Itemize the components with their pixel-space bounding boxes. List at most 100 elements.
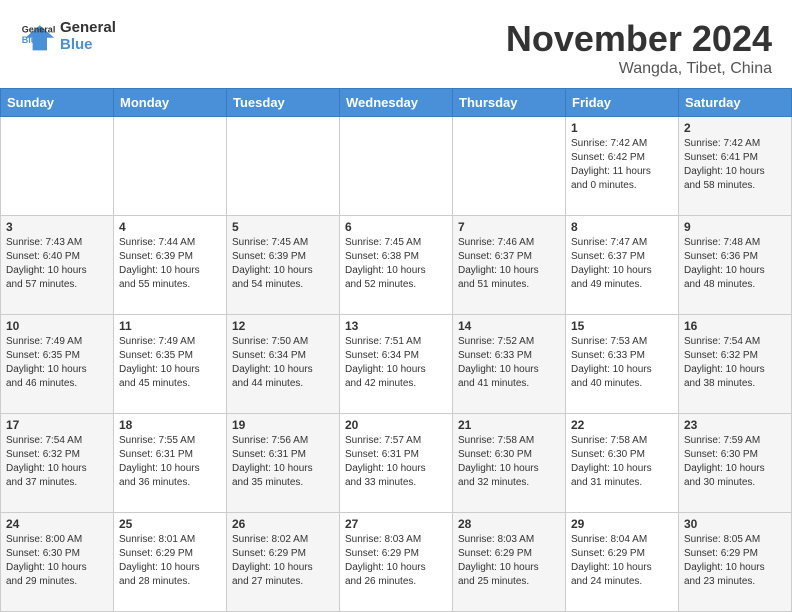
day-cell-1: 1Sunrise: 7:42 AM Sunset: 6:42 PM Daylig… [566,117,679,216]
day-info: Sunrise: 7:51 AM Sunset: 6:34 PM Dayligh… [345,336,426,389]
day-cell-3: 3Sunrise: 7:43 AM Sunset: 6:40 PM Daylig… [1,216,114,315]
day-cell-10: 10Sunrise: 7:49 AM Sunset: 6:35 PM Dayli… [1,315,114,414]
day-cell-7: 7Sunrise: 7:46 AM Sunset: 6:37 PM Daylig… [453,216,566,315]
week-row-5: 24 Sunrise: 8:00 AM Sunset: 6:30 PM Dayli… [1,513,792,612]
day-info: Sunrise: 7:49 AM Sunset: 6:35 PM Dayligh… [119,336,200,389]
weekday-header-sunday: Sunday [1,89,114,117]
day-number: 30 [684,517,786,531]
day-info: Sunrise: 7:57 AM Sunset: 6:31 PM Dayligh… [345,435,426,488]
weekday-header-row: SundayMondayTuesdayWednesdayThursdayFrid… [1,89,792,117]
day-cell-17: 17 Sunrise: 7:54 AM Sunset: 6:32 PM Dayli… [1,414,114,513]
day-cell-28: 28 Sunrise: 8:03 AM Sunset: 6:29 PM Dayli… [453,513,566,612]
day-number: 27 [345,517,447,531]
day-number: 11 [119,319,221,333]
week-row-2: 3Sunrise: 7:43 AM Sunset: 6:40 PM Daylig… [1,216,792,315]
day-number: 28 [458,517,560,531]
day-info: Sunrise: 7:49 AM Sunset: 6:35 PM Dayligh… [6,336,87,389]
day-cell-26: 26 Sunrise: 8:02 AM Sunset: 6:29 PM Dayli… [227,513,340,612]
weekday-header-saturday: Saturday [679,89,792,117]
day-info: Sunrise: 7:54 AM Sunset: 6:32 PM Dayligh… [6,435,87,488]
day-info: Sunrise: 7:44 AM Sunset: 6:39 PM Dayligh… [119,237,200,290]
day-info: Sunrise: 7:52 AM Sunset: 6:33 PM Dayligh… [458,336,539,389]
title-block: November 2024 Wangda, Tibet, China [506,18,772,78]
day-number: 18 [119,418,221,432]
day-cell-2: 2 Sunrise: 7:42 AM Sunset: 6:41 PM Daylig… [679,117,792,216]
day-number: 24 [6,517,108,531]
day-info: Sunrise: 7:48 AM Sunset: 6:36 PM Dayligh… [684,237,765,290]
day-cell-27: 27 Sunrise: 8:03 AM Sunset: 6:29 PM Dayli… [340,513,453,612]
calendar-table: SundayMondayTuesdayWednesdayThursdayFrid… [0,88,792,612]
day-info: Sunrise: 7:54 AM Sunset: 6:32 PM Dayligh… [684,336,765,389]
logo-text-blue: Blue [60,36,116,53]
day-cell-15: 15 Sunrise: 7:53 AM Sunset: 6:33 PM Dayli… [566,315,679,414]
day-number: 26 [232,517,334,531]
day-cell-5: 5 Sunrise: 7:45 AM Sunset: 6:39 PM Daylig… [227,216,340,315]
day-number: 2 [684,121,786,135]
day-cell-12: 12Sunrise: 7:50 AM Sunset: 6:34 PM Dayli… [227,315,340,414]
location-title: Wangda, Tibet, China [506,60,772,78]
header: General Blue General Blue November 2024 … [0,0,792,88]
day-info: Sunrise: 7:59 AM Sunset: 6:30 PM Dayligh… [684,435,765,488]
day-info: Sunrise: 8:00 AM Sunset: 6:30 PM Dayligh… [6,534,87,587]
day-info: Sunrise: 7:45 AM Sunset: 6:38 PM Dayligh… [345,237,426,290]
day-info: Sunrise: 7:45 AM Sunset: 6:39 PM Dayligh… [232,237,313,290]
day-info: Sunrise: 7:47 AM Sunset: 6:37 PM Dayligh… [571,237,652,290]
svg-text:General: General [22,24,56,34]
empty-cell [340,117,453,216]
day-number: 16 [684,319,786,333]
day-cell-16: 16 Sunrise: 7:54 AM Sunset: 6:32 PM Dayli… [679,315,792,414]
page: General Blue General Blue November 2024 … [0,0,792,612]
day-number: 13 [345,319,447,333]
day-info: Sunrise: 7:50 AM Sunset: 6:34 PM Dayligh… [232,336,313,389]
day-info: Sunrise: 7:42 AM Sunset: 6:41 PM Dayligh… [684,138,765,191]
day-number: 21 [458,418,560,432]
empty-cell [227,117,340,216]
day-number: 22 [571,418,673,432]
day-number: 29 [571,517,673,531]
day-info: Sunrise: 7:43 AM Sunset: 6:40 PM Dayligh… [6,237,87,290]
day-number: 23 [684,418,786,432]
empty-cell [114,117,227,216]
day-number: 20 [345,418,447,432]
day-cell-11: 11 Sunrise: 7:49 AM Sunset: 6:35 PM Dayli… [114,315,227,414]
week-row-4: 17 Sunrise: 7:54 AM Sunset: 6:32 PM Dayli… [1,414,792,513]
day-number: 4 [119,220,221,234]
day-info: Sunrise: 8:05 AM Sunset: 6:29 PM Dayligh… [684,534,765,587]
day-cell-14: 14Sunrise: 7:52 AM Sunset: 6:33 PM Dayli… [453,315,566,414]
day-cell-19: 19Sunrise: 7:56 AM Sunset: 6:31 PM Dayli… [227,414,340,513]
weekday-header-friday: Friday [566,89,679,117]
empty-cell [453,117,566,216]
day-number: 5 [232,220,334,234]
day-info: Sunrise: 8:04 AM Sunset: 6:29 PM Dayligh… [571,534,652,587]
day-info: Sunrise: 8:03 AM Sunset: 6:29 PM Dayligh… [345,534,426,587]
day-info: Sunrise: 8:03 AM Sunset: 6:29 PM Dayligh… [458,534,539,587]
week-row-3: 10Sunrise: 7:49 AM Sunset: 6:35 PM Dayli… [1,315,792,414]
day-number: 15 [571,319,673,333]
day-cell-6: 6 Sunrise: 7:45 AM Sunset: 6:38 PM Daylig… [340,216,453,315]
logo-text-general: General [60,19,116,36]
day-cell-8: 8Sunrise: 7:47 AM Sunset: 6:37 PM Daylig… [566,216,679,315]
day-info: Sunrise: 8:02 AM Sunset: 6:29 PM Dayligh… [232,534,313,587]
weekday-header-wednesday: Wednesday [340,89,453,117]
day-cell-29: 29 Sunrise: 8:04 AM Sunset: 6:29 PM Dayli… [566,513,679,612]
day-cell-18: 18 Sunrise: 7:55 AM Sunset: 6:31 PM Dayli… [114,414,227,513]
month-title: November 2024 [506,18,772,60]
day-info: Sunrise: 7:58 AM Sunset: 6:30 PM Dayligh… [571,435,652,488]
logo-icon: General Blue [20,18,56,54]
day-info: Sunrise: 7:55 AM Sunset: 6:31 PM Dayligh… [119,435,200,488]
day-cell-21: 21 Sunrise: 7:58 AM Sunset: 6:30 PM Dayli… [453,414,566,513]
day-cell-23: 23 Sunrise: 7:59 AM Sunset: 6:30 PM Dayli… [679,414,792,513]
empty-cell [1,117,114,216]
day-number: 17 [6,418,108,432]
day-number: 1 [571,121,673,135]
day-cell-30: 30 Sunrise: 8:05 AM Sunset: 6:29 PM Dayli… [679,513,792,612]
weekday-header-thursday: Thursday [453,89,566,117]
weekday-header-monday: Monday [114,89,227,117]
svg-text:Blue: Blue [22,35,42,45]
day-cell-9: 9Sunrise: 7:48 AM Sunset: 6:36 PM Daylig… [679,216,792,315]
day-cell-4: 4 Sunrise: 7:44 AM Sunset: 6:39 PM Daylig… [114,216,227,315]
day-info: Sunrise: 7:53 AM Sunset: 6:33 PM Dayligh… [571,336,652,389]
day-info: Sunrise: 7:58 AM Sunset: 6:30 PM Dayligh… [458,435,539,488]
day-cell-24: 24 Sunrise: 8:00 AM Sunset: 6:30 PM Dayli… [1,513,114,612]
day-number: 6 [345,220,447,234]
